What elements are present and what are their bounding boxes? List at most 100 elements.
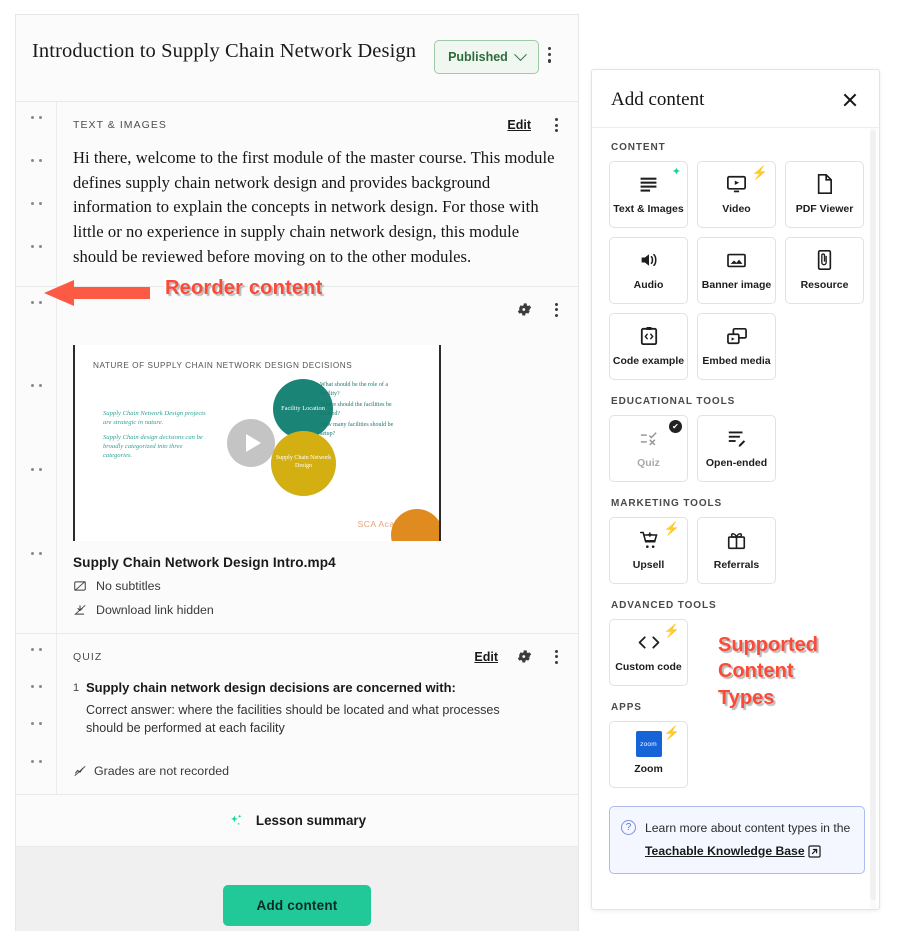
tile-open-ended[interactable]: Open-ended (697, 415, 776, 482)
edit-text-images-link[interactable]: Edit (507, 118, 531, 132)
knowledge-base-text: Learn more about content types in the Te… (645, 819, 852, 861)
tile-group-content: ✦ Text & Images ⚡ Video PDF Viewer Audio… (609, 161, 865, 380)
tile-label: Video (722, 202, 751, 215)
quiz-question-row: 1 Supply chain network design decisions … (73, 680, 562, 695)
external-link-icon[interactable] (808, 842, 821, 861)
add-content-panel-scroll: CONTENT ✦ Text & Images ⚡ Video PDF View… (592, 128, 879, 909)
tile-label: Code example (612, 354, 685, 367)
video-thumbnail[interactable]: NATURE OF SUPPLY CHAIN NETWORK DESIGN DE… (73, 344, 441, 541)
video-subtitles-label: No subtitles (96, 578, 161, 593)
slide-bullet: How many facilities should be setup? (320, 421, 402, 439)
teachable-knowledge-base-link[interactable]: Teachable Knowledge Base (645, 844, 805, 858)
tile-video[interactable]: ⚡ Video (697, 161, 776, 228)
tile-label: Zoom (634, 762, 663, 775)
tile-label: Open-ended (705, 456, 768, 469)
content-block-video: NATURE OF SUPPLY CHAIN NETWORK DESIGN DE… (16, 286, 578, 634)
page-icon (816, 174, 833, 195)
grades-off-icon (74, 766, 86, 777)
slide-paragraph-1: Supply Chain Network Design projects are… (103, 409, 206, 426)
add-content-panel: Add content CONTENT ✦ Text & Images ⚡ Vi… (591, 69, 880, 910)
lightning-bolt-icon: ⚡ (663, 623, 680, 638)
group-label-content: CONTENT (611, 142, 666, 153)
add-content-button[interactable]: Add content (222, 884, 372, 926)
code-brackets-icon (640, 326, 658, 347)
quiz-question-number: 1 (73, 681, 80, 694)
lightning-bolt-icon: ⚡ (663, 521, 680, 536)
tile-quiz[interactable]: ✔ Quiz (609, 415, 688, 482)
lightning-bolt-icon: ⚡ (663, 725, 680, 740)
sparkle-icon (230, 814, 242, 826)
lesson-summary-button[interactable]: Lesson summary (16, 795, 578, 848)
text-images-body: TEXT & IMAGES Edit Hi there, welcome to … (57, 102, 578, 286)
drag-handle-icon[interactable] (30, 116, 42, 286)
cart-plus-icon (639, 530, 659, 551)
tile-pdf-viewer[interactable]: PDF Viewer (785, 161, 864, 228)
tile-embed-media[interactable]: Embed media (697, 313, 776, 380)
supported-content-types-annotation: Supported Content Types (716, 632, 820, 710)
play-button-icon[interactable] (227, 418, 275, 467)
tile-label: Resource (800, 278, 849, 291)
drag-handle-icon[interactable] (30, 647, 42, 795)
video-more-options-button[interactable] (551, 301, 562, 319)
text-images-content: Hi there, welcome to the first module of… (73, 148, 555, 266)
attachment-icon (816, 250, 833, 271)
video-subtitles-row: No subtitles (73, 579, 562, 593)
screen: Introduction to Supply Chain Network Des… (0, 0, 900, 937)
tile-resource[interactable]: Resource (785, 237, 864, 304)
add-content-zone: Add content (16, 847, 578, 931)
scrollbar-thumb[interactable] (870, 130, 876, 900)
reorder-annotation-label: Reorder content (163, 275, 324, 301)
subtitles-off-icon (74, 580, 86, 591)
text-images-more-options-button[interactable] (551, 116, 562, 134)
sparkle-icon: ✦ (671, 166, 681, 178)
video-slide-preview: NATURE OF SUPPLY CHAIN NETWORK DESIGN DE… (73, 344, 441, 541)
block-type-label: TEXT & IMAGES (73, 119, 167, 131)
quiz-question-text: Supply chain network design decisions ar… (86, 679, 456, 695)
content-block-text-images: TEXT & IMAGES Edit Hi there, welcome to … (16, 102, 578, 287)
lesson-summary-label: Lesson summary (255, 813, 367, 829)
reorder-annotation-arrow (44, 280, 150, 306)
tile-label: Text & Images (613, 202, 684, 215)
tile-label: Quiz (637, 456, 660, 469)
edit-quiz-link[interactable]: Edit (474, 650, 498, 664)
status-badge-published[interactable]: Published (434, 40, 539, 74)
kb-text-before: Learn more about content types in the (645, 821, 851, 835)
tile-zoom[interactable]: ⚡ zoom Zoom (609, 721, 688, 788)
slide-bullets: What should be the role of a facility? W… (320, 381, 402, 441)
group-label-marketing-tools: MARKETING TOOLS (611, 498, 723, 509)
video-body: NATURE OF SUPPLY CHAIN NETWORK DESIGN DE… (57, 287, 578, 633)
drag-handle-cell-quiz (16, 633, 57, 795)
tile-label: Referrals (713, 558, 760, 571)
quiz-header: QUIZ Edit (73, 646, 562, 668)
slide-title: NATURE OF SUPPLY CHAIN NETWORK DESIGN DE… (93, 360, 353, 370)
slide-bullet: Where should the facilities be located? (320, 401, 402, 419)
tile-audio[interactable]: Audio (609, 237, 688, 304)
lesson-more-options-button[interactable] (539, 41, 560, 69)
tile-label: PDF Viewer (795, 202, 854, 215)
quiz-more-options-button[interactable] (551, 648, 562, 666)
drag-handle-cell (16, 102, 57, 286)
drag-handle-icon[interactable] (30, 300, 42, 633)
chevron-down-icon (513, 47, 527, 61)
question-mark-icon: ? (621, 820, 636, 835)
video-download-label: Download link hidden (96, 602, 214, 617)
slide-paragraph-2: Supply Chain design decisions can be bro… (103, 433, 203, 460)
close-icon[interactable] (839, 89, 861, 111)
gear-icon[interactable] (516, 648, 533, 665)
gear-icon[interactable] (516, 301, 533, 318)
angle-brackets-icon (637, 632, 661, 653)
quiz-body: QUIZ Edit 1 Supply chain network design … (57, 634, 578, 795)
gift-icon (727, 530, 746, 551)
zoom-logo-text: zoom (635, 731, 662, 758)
tile-custom-code[interactable]: ⚡ Custom code (609, 619, 688, 686)
tile-text-and-images[interactable]: ✦ Text & Images (609, 161, 688, 228)
check-badge-icon: ✔ (669, 420, 682, 433)
content-block-quiz: QUIZ Edit 1 Supply chain network design … (16, 633, 578, 796)
tile-label: Audio (633, 278, 664, 291)
tile-banner-image[interactable]: Banner image (697, 237, 776, 304)
tile-upsell[interactable]: ⚡ Upsell (609, 517, 688, 584)
tile-group-educational: ✔ Quiz Open-ended (609, 415, 865, 482)
tile-referrals[interactable]: Referrals (697, 517, 776, 584)
status-badge-label: Published (448, 50, 508, 64)
tile-code-example[interactable]: Code example (609, 313, 688, 380)
